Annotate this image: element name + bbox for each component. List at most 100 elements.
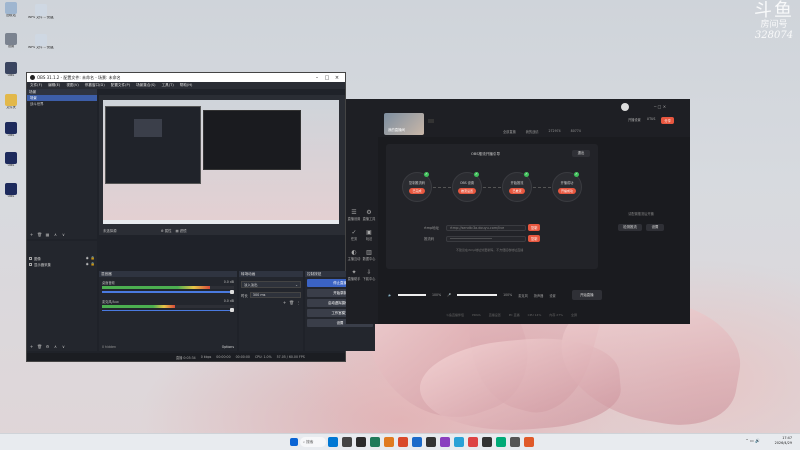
- mic-slider[interactable]: [457, 294, 498, 296]
- move-up-icon[interactable]: ∧: [53, 232, 58, 237]
- obs-menu-item[interactable]: 场景集合(S): [136, 83, 155, 88]
- taskbar-app-icon[interactable]: [384, 437, 394, 447]
- taskbar-app-icon[interactable]: [426, 437, 436, 447]
- taskbar-search[interactable]: ⌕ 搜索: [300, 437, 326, 447]
- taskbar-app-icon[interactable]: [370, 437, 380, 447]
- volume-slider[interactable]: [397, 294, 426, 296]
- close-icon[interactable]: ×: [332, 75, 342, 81]
- obs-menu-item[interactable]: 帮助(H): [180, 83, 193, 88]
- app-left-tool[interactable]: ◐ 主播互动: [347, 249, 361, 261]
- share-button[interactable]: 分享: [661, 117, 674, 124]
- speaker-button[interactable]: 扬声器: [534, 293, 544, 298]
- desktop-icon[interactable]: 文件夹: [0, 94, 22, 110]
- taskbar-app-icon[interactable]: [412, 437, 422, 447]
- taskbar-app-icon[interactable]: [440, 437, 450, 447]
- desktop-icon[interactable]: OBS: [0, 122, 22, 138]
- obs-menu-item[interactable]: 配置文件(P): [111, 83, 130, 88]
- app-left-tool[interactable]: ▣ 玩法: [362, 229, 376, 241]
- scene-filter-icon[interactable]: ▦: [45, 232, 50, 237]
- server-input[interactable]: rtmp://sendtc3a.douyu.com/live: [446, 224, 526, 231]
- flow-step-pill[interactable]: 开播成功: [557, 188, 576, 194]
- source-item[interactable]: 显示器采集 ◉ 🔒: [27, 261, 97, 267]
- properties-button[interactable]: ⚙ 属性: [161, 228, 172, 233]
- transition-select[interactable]: 淡入淡出 ⌄: [241, 281, 301, 288]
- exit-button[interactable]: 退出: [572, 150, 590, 157]
- obs-menu-item[interactable]: 工具(T): [162, 83, 174, 88]
- taskbar-app-icon[interactable]: [342, 437, 352, 447]
- check-push-button[interactable]: 检测推流: [618, 224, 642, 231]
- flow-step-pill[interactable]: 已推流: [509, 188, 525, 194]
- volume-fader[interactable]: [102, 289, 234, 294]
- app-left-tool[interactable]: ⚙ 直播工具: [362, 209, 376, 221]
- taskbar-app-icon[interactable]: [328, 437, 338, 447]
- taskbar-app-icon[interactable]: [468, 437, 478, 447]
- obs-titlebar[interactable]: OBS 31.1.2 - 配置文件: 未命名 - 场景: 未命名 – □ ×: [27, 73, 345, 82]
- desktop-icon[interactable]: OBS: [0, 152, 22, 168]
- remove-transition-icon[interactable]: 🗑: [289, 300, 294, 305]
- desktop-icon[interactable]: 设置: [0, 33, 22, 49]
- volume-fader-handle[interactable]: [230, 289, 234, 294]
- copy-key-button[interactable]: 复制: [528, 235, 541, 242]
- remove-source-icon[interactable]: 🗑: [37, 344, 42, 349]
- taskbar-app-icon[interactable]: [482, 437, 492, 447]
- start-live-button[interactable]: 开始直播: [571, 290, 602, 300]
- mic-icon[interactable]: 🎤: [447, 293, 451, 297]
- source-settings-icon[interactable]: ⚙: [45, 344, 50, 349]
- user-avatar[interactable]: [621, 103, 629, 111]
- lock-icon[interactable]: 🔒: [91, 256, 95, 260]
- minimize-icon[interactable]: –: [312, 75, 322, 81]
- flow-step-pill[interactable]: 已完成: [409, 188, 425, 194]
- right-settings-button[interactable]: 设置: [646, 224, 664, 231]
- taskbar-clock[interactable]: 17:47 2026/4/29: [775, 436, 792, 445]
- taskbar-app-icon[interactable]: [454, 437, 464, 447]
- duration-input[interactable]: 300 ms: [249, 292, 301, 298]
- obs-menu-item[interactable]: 视图(V): [66, 83, 78, 88]
- lock-icon[interactable]: 🔒: [91, 262, 95, 266]
- move-down-icon[interactable]: ∨: [61, 232, 66, 237]
- taskbar-app-icon[interactable]: [496, 437, 506, 447]
- desktop-icon[interactable]: OBS: [0, 183, 22, 199]
- desktop-icon[interactable]: WPS 文件 -- 快捷方式: [28, 34, 54, 50]
- scene-item[interactable]: 战斗世界: [27, 101, 97, 107]
- app-left-tool[interactable]: ⇩ 下载中心: [362, 269, 376, 281]
- mixer-options-button[interactable]: Options: [222, 345, 234, 349]
- taskbar-app-icon[interactable]: [524, 437, 534, 447]
- mic-button[interactable]: 麦克风: [518, 293, 528, 298]
- add-source-icon[interactable]: +: [29, 344, 34, 349]
- desktop-icon[interactable]: WPS 文件 -- 快捷方式: [28, 4, 54, 20]
- source-up-icon[interactable]: ∧: [53, 344, 58, 349]
- broadcast-settings-link[interactable]: 开播设置: [628, 117, 641, 124]
- obs-menu-item[interactable]: 文件(F): [30, 83, 42, 88]
- flow-step-pill[interactable]: 推流设置: [457, 188, 476, 194]
- key-input[interactable]: •••••••••••••••••••••: [446, 235, 526, 242]
- windows-start-icon[interactable]: [290, 438, 298, 446]
- source-down-icon[interactable]: ∨: [61, 344, 66, 349]
- speaker-icon[interactable]: 🔈: [388, 293, 392, 297]
- transition-menu-icon[interactable]: ⋮: [296, 300, 301, 305]
- remove-scene-icon[interactable]: 🗑: [37, 232, 42, 237]
- desktop-icon[interactable]: 回收站: [0, 2, 22, 18]
- obs-menu-item[interactable]: 停靠窗口(D): [85, 83, 105, 88]
- taskbar-app-icon[interactable]: [510, 437, 520, 447]
- add-scene-icon[interactable]: +: [29, 232, 34, 237]
- edit-icon[interactable]: [428, 119, 434, 123]
- taskbar-app-icon[interactable]: [398, 437, 408, 447]
- app-left-tool[interactable]: ▥ 数据中心: [362, 249, 376, 261]
- app-left-tool[interactable]: ✓ 任务: [347, 229, 361, 241]
- app-left-tool[interactable]: ✦ 直播助手: [347, 269, 361, 281]
- add-transition-icon[interactable]: +: [282, 300, 287, 305]
- system-tray-icons[interactable]: ⌃ ▭ 🔊: [745, 438, 760, 443]
- eye-icon[interactable]: ◉: [86, 256, 89, 260]
- obs-preview[interactable]: 未选择源 ⚙ 属性 ▦ 滤镜: [99, 95, 345, 235]
- volume-fader-handle[interactable]: [230, 308, 234, 312]
- desktop-icon[interactable]: OBS: [0, 62, 22, 78]
- volume-fader[interactable]: [102, 308, 234, 312]
- copy-server-button[interactable]: 复制: [528, 224, 541, 231]
- app-window-controls[interactable]: ─ □ ×: [654, 104, 666, 109]
- bottom-settings-button[interactable]: 设置: [549, 293, 555, 298]
- taskbar-app-icon[interactable]: [356, 437, 366, 447]
- filters-button[interactable]: ▦ 滤镜: [175, 228, 186, 233]
- maximize-icon[interactable]: □: [322, 75, 332, 81]
- eye-icon[interactable]: ◉: [86, 262, 89, 266]
- obs-menu-item[interactable]: 编辑(E): [48, 83, 60, 88]
